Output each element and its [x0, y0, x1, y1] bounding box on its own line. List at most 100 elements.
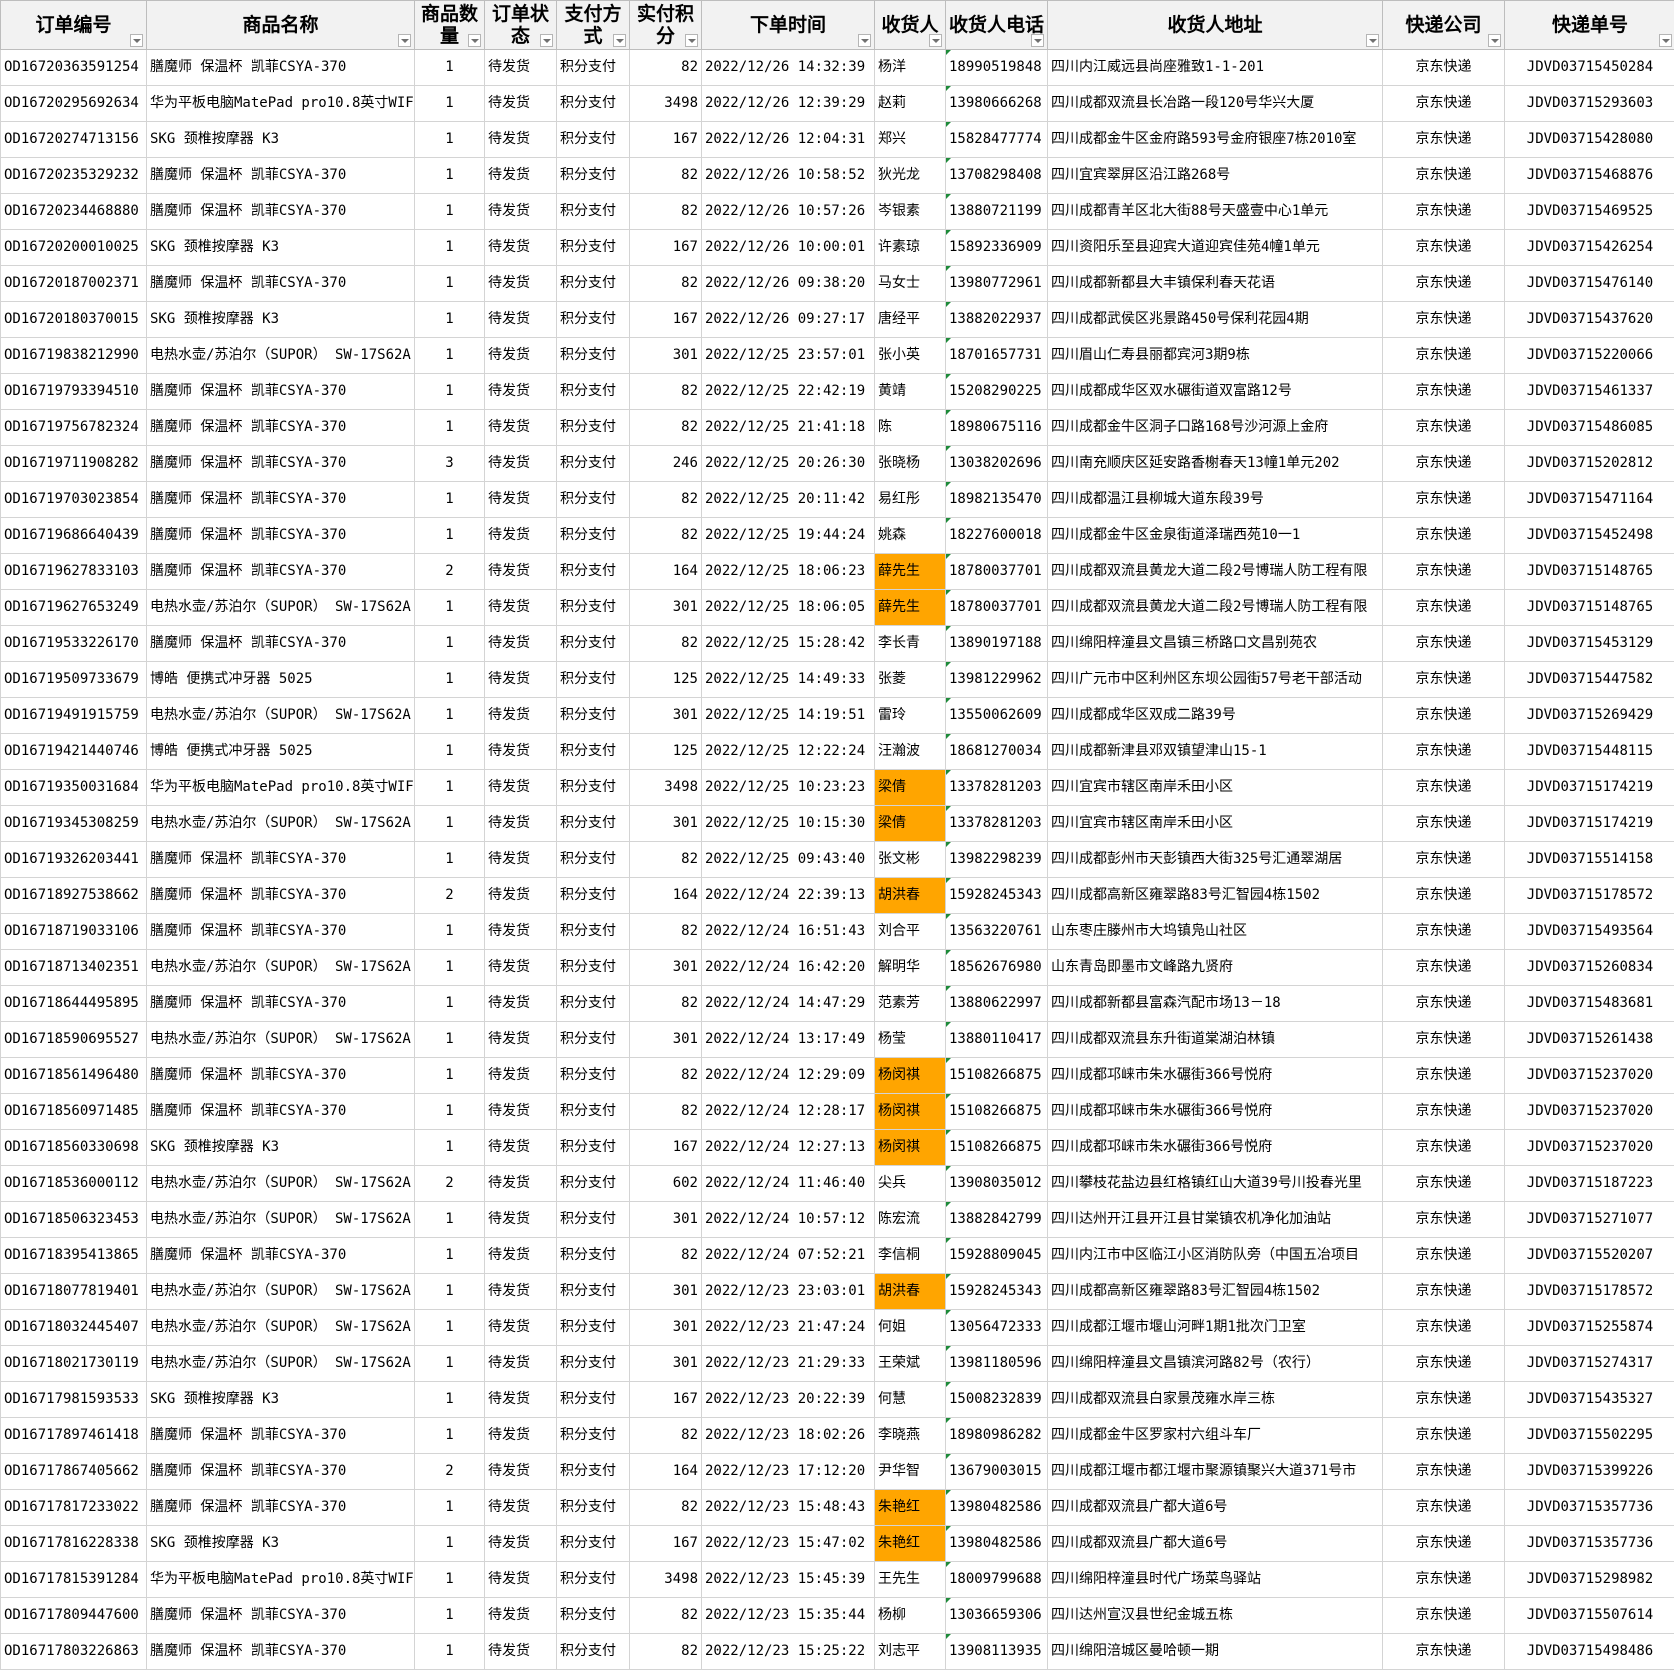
cell-tracking[interactable]: JDVD03715447582: [1504, 661, 1674, 698]
cell-courier[interactable]: 京东快递: [1382, 1525, 1505, 1562]
cell-phone[interactable]: 13563220761: [945, 913, 1048, 950]
cell-status[interactable]: 待发货: [484, 121, 557, 158]
cell-courier[interactable]: 京东快递: [1382, 1345, 1505, 1382]
cell-product[interactable]: 膳魔师 保温杯 凯菲CSYA-370: [146, 517, 415, 554]
cell-payment[interactable]: 积分支付: [556, 121, 630, 158]
cell-status[interactable]: 待发货: [484, 1129, 557, 1166]
cell-courier[interactable]: 京东快递: [1382, 301, 1505, 338]
cell-payment[interactable]: 积分支付: [556, 1417, 630, 1454]
cell-recipient[interactable]: 杨闵祺: [874, 1057, 946, 1094]
cell-order-time[interactable]: 2022/12/24 14:47:29: [701, 985, 875, 1022]
cell-status[interactable]: 待发货: [484, 1237, 557, 1274]
cell-status[interactable]: 待发货: [484, 1309, 557, 1346]
cell-product[interactable]: 膳魔师 保温杯 凯菲CSYA-370: [146, 1453, 415, 1490]
cell-address[interactable]: 四川成都双流县黄龙大道二段2号博瑞人防工程有限: [1047, 589, 1383, 626]
cell-address[interactable]: 四川宜宾市辖区南岸禾田小区: [1047, 805, 1383, 842]
cell-product[interactable]: 电热水壶/苏泊尔（SUPOR） SW-17S62A: [146, 1165, 415, 1202]
filter-dropdown-icon[interactable]: [1031, 34, 1044, 47]
cell-tracking[interactable]: JDVD03715237020: [1504, 1129, 1674, 1166]
cell-recipient[interactable]: 陈宏流: [874, 1201, 946, 1238]
cell-points[interactable]: 164: [629, 877, 702, 914]
cell-status[interactable]: 待发货: [484, 1597, 557, 1634]
cell-points[interactable]: 301: [629, 1201, 702, 1238]
cell-payment[interactable]: 积分支付: [556, 1165, 630, 1202]
cell-payment[interactable]: 积分支付: [556, 1309, 630, 1346]
cell-recipient[interactable]: 杨洋: [874, 49, 946, 86]
cell-payment[interactable]: 积分支付: [556, 697, 630, 734]
cell-order-time[interactable]: 2022/12/26 10:58:52: [701, 157, 875, 194]
cell-product[interactable]: 膳魔师 保温杯 凯菲CSYA-370: [146, 985, 415, 1022]
cell-product[interactable]: 电热水壶/苏泊尔（SUPOR） SW-17S62A: [146, 337, 415, 374]
cell-status[interactable]: 待发货: [484, 769, 557, 806]
cell-order-id[interactable]: OD16717817233022: [0, 1489, 147, 1526]
cell-status[interactable]: 待发货: [484, 517, 557, 554]
cell-order-time[interactable]: 2022/12/24 22:39:13: [701, 877, 875, 914]
cell-order-id[interactable]: OD16719345308259: [0, 805, 147, 842]
cell-product[interactable]: 博皓 便携式冲牙器 5025: [146, 661, 415, 698]
cell-order-id[interactable]: OD16719350031684: [0, 769, 147, 806]
cell-product[interactable]: 膳魔师 保温杯 凯菲CSYA-370: [146, 841, 415, 878]
cell-tracking[interactable]: JDVD03715507614: [1504, 1597, 1674, 1634]
cell-product[interactable]: 膳魔师 保温杯 凯菲CSYA-370: [146, 913, 415, 950]
cell-payment[interactable]: 积分支付: [556, 517, 630, 554]
cell-recipient[interactable]: 刘志平: [874, 1633, 946, 1670]
cell-payment[interactable]: 积分支付: [556, 157, 630, 194]
cell-points[interactable]: 301: [629, 1309, 702, 1346]
cell-phone[interactable]: 15108266875: [945, 1129, 1048, 1166]
cell-recipient[interactable]: 许素琼: [874, 229, 946, 266]
cell-order-time[interactable]: 2022/12/25 21:41:18: [701, 409, 875, 446]
cell-points[interactable]: 301: [629, 697, 702, 734]
cell-courier[interactable]: 京东快递: [1382, 1633, 1505, 1670]
cell-tracking[interactable]: JDVD03715255874: [1504, 1309, 1674, 1346]
cell-recipient[interactable]: 陈: [874, 409, 946, 446]
cell-product[interactable]: 膳魔师 保温杯 凯菲CSYA-370: [146, 1633, 415, 1670]
cell-recipient[interactable]: 何慧: [874, 1381, 946, 1418]
cell-payment[interactable]: 积分支付: [556, 1489, 630, 1526]
cell-recipient[interactable]: 黄靖: [874, 373, 946, 410]
cell-qty[interactable]: 1: [414, 1345, 485, 1382]
cell-status[interactable]: 待发货: [484, 265, 557, 302]
cell-address[interactable]: 四川成都金牛区罗家村六组斗车厂: [1047, 1417, 1383, 1454]
cell-points[interactable]: 82: [629, 625, 702, 662]
cell-order-time[interactable]: 2022/12/23 18:02:26: [701, 1417, 875, 1454]
cell-points[interactable]: 82: [629, 193, 702, 230]
cell-tracking[interactable]: JDVD03715502295: [1504, 1417, 1674, 1454]
filter-dropdown-icon[interactable]: [858, 34, 871, 47]
cell-status[interactable]: 待发货: [484, 481, 557, 518]
cell-order-time[interactable]: 2022/12/23 15:48:43: [701, 1489, 875, 1526]
cell-tracking[interactable]: JDVD03715148765: [1504, 553, 1674, 590]
cell-tracking[interactable]: JDVD03715261438: [1504, 1021, 1674, 1058]
cell-product[interactable]: SKG 颈椎按摩器 K3: [146, 1525, 415, 1562]
cell-courier[interactable]: 京东快递: [1382, 409, 1505, 446]
cell-address[interactable]: 四川攀枝花盐边县红格镇红山大道39号川投春光里: [1047, 1165, 1383, 1202]
cell-product[interactable]: 华为平板电脑MatePad pro10.8英寸WIF: [146, 85, 415, 122]
cell-qty[interactable]: 1: [414, 913, 485, 950]
cell-address[interactable]: 四川南充顺庆区延安路香榭春天13幢1单元202: [1047, 445, 1383, 482]
cell-order-id[interactable]: OD16717897461418: [0, 1417, 147, 1454]
cell-tracking[interactable]: JDVD03715476140: [1504, 265, 1674, 302]
cell-status[interactable]: 待发货: [484, 1273, 557, 1310]
cell-address[interactable]: 四川绵阳涪城区曼哈顿一期: [1047, 1633, 1383, 1670]
cell-product[interactable]: 膳魔师 保温杯 凯菲CSYA-370: [146, 553, 415, 590]
cell-payment[interactable]: 积分支付: [556, 1021, 630, 1058]
cell-status[interactable]: 待发货: [484, 157, 557, 194]
cell-payment[interactable]: 积分支付: [556, 841, 630, 878]
cell-order-time[interactable]: 2022/12/25 22:42:19: [701, 373, 875, 410]
cell-status[interactable]: 待发货: [484, 985, 557, 1022]
cell-phone[interactable]: 18980675116: [945, 409, 1048, 446]
cell-address[interactable]: 四川成都双流县长冶路一段120号华兴大厦: [1047, 85, 1383, 122]
cell-tracking[interactable]: JDVD03715269429: [1504, 697, 1674, 734]
cell-phone[interactable]: 13980666268: [945, 85, 1048, 122]
cell-order-id[interactable]: OD16718077819401: [0, 1273, 147, 1310]
cell-status[interactable]: 待发货: [484, 949, 557, 986]
cell-qty[interactable]: 1: [414, 589, 485, 626]
cell-order-id[interactable]: OD16719509733679: [0, 661, 147, 698]
cell-tracking[interactable]: JDVD03715148765: [1504, 589, 1674, 626]
cell-recipient[interactable]: 狄光龙: [874, 157, 946, 194]
cell-recipient[interactable]: 杨柳: [874, 1597, 946, 1634]
cell-address[interactable]: 四川广元市中区利州区东坝公园街57号老干部活动: [1047, 661, 1383, 698]
cell-phone[interactable]: 18681270034: [945, 733, 1048, 770]
cell-address[interactable]: 山东枣庄滕州市大坞镇凫山社区: [1047, 913, 1383, 950]
cell-tracking[interactable]: JDVD03715260834: [1504, 949, 1674, 986]
cell-payment[interactable]: 积分支付: [556, 625, 630, 662]
